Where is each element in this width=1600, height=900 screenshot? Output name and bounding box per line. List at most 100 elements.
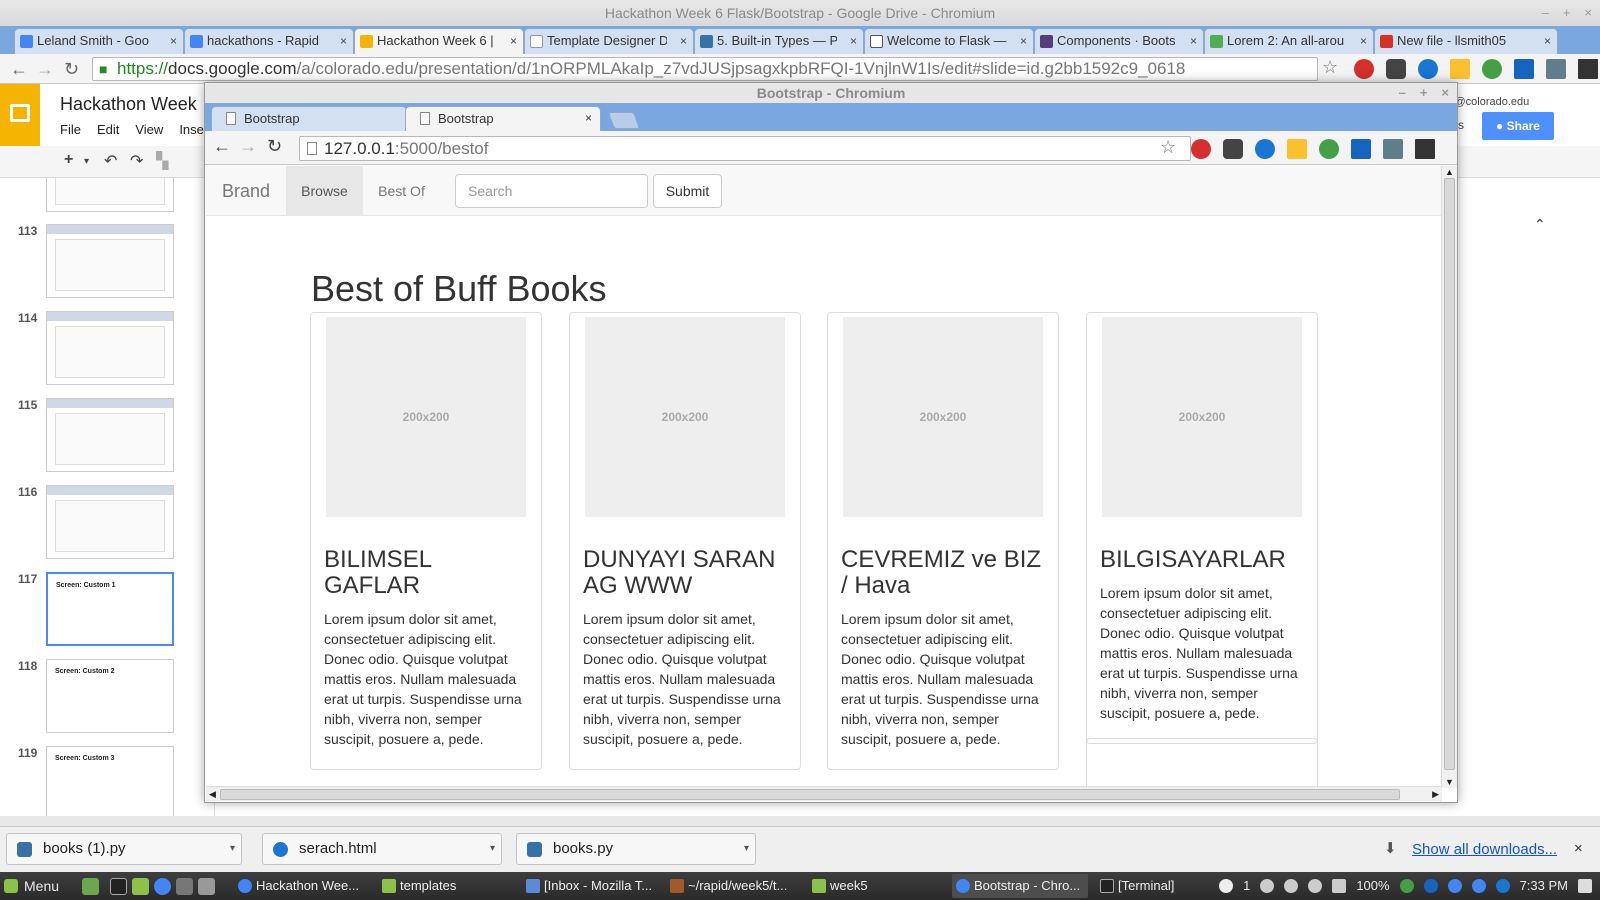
nav-bestof-link[interactable]: Best Of (363, 166, 440, 216)
search-input[interactable] (455, 174, 648, 208)
app-launcher-icon[interactable] (176, 878, 193, 895)
slide-thumbnail[interactable]: Screen: Custom 2 (46, 659, 174, 733)
menu-edit[interactable]: Edit (97, 122, 119, 137)
chevron-down-icon[interactable]: ▾ (84, 156, 89, 167)
tab-hackathon-week-6[interactable]: Hackathon Week 6 | × (354, 28, 524, 54)
workspace-icon[interactable] (1578, 879, 1592, 893)
forward-arrow-icon[interactable]: → (239, 136, 257, 157)
slide-thumbnail[interactable] (46, 178, 174, 212)
inner-address-bar[interactable]: 127.0.0.1:5000/bestof (299, 136, 1191, 161)
chevron-down-icon[interactable]: ▾ (744, 834, 749, 864)
adblock-icon[interactable] (1191, 139, 1211, 159)
accessibility-icon[interactable] (1351, 139, 1371, 159)
collapse-chevron-icon[interactable]: ⌃ (1534, 216, 1546, 233)
back-arrow-icon[interactable]: ← (10, 59, 28, 80)
redo-icon[interactable]: ↷ (130, 151, 143, 171)
chevron-down-icon[interactable]: ▾ (490, 834, 495, 864)
tab-bootstrap-1[interactable]: Bootstrap (211, 106, 407, 131)
evernote-tray-icon[interactable] (1399, 879, 1414, 893)
sticky-note-icon[interactable] (1450, 59, 1470, 79)
tab-close-icon[interactable]: × (340, 29, 347, 53)
horizontal-scrollbar[interactable]: ◀ ▶ (206, 786, 1442, 802)
sticky-note-icon[interactable] (1287, 139, 1307, 159)
show-all-downloads-link[interactable]: Show all downloads... (1412, 841, 1557, 858)
forward-arrow-icon[interactable]: → (36, 59, 54, 80)
tab-welcome-to-flask[interactable]: Welcome to Flask — × (864, 28, 1034, 54)
adblock-icon[interactable] (1354, 59, 1374, 79)
minimize-button[interactable]: – (1542, 0, 1549, 26)
vertical-scrollbar[interactable]: ▲ ▼ (1441, 166, 1457, 788)
new-tab-button[interactable] (607, 112, 641, 129)
evernote-icon[interactable] (1482, 59, 1502, 79)
start-menu-button[interactable]: Menu (4, 872, 59, 900)
pocket-icon[interactable] (1223, 139, 1243, 159)
tab-hackathons[interactable]: hackathons - Rapid × (184, 28, 354, 54)
download-item[interactable]: books.py ▾ (516, 833, 756, 865)
scroll-up-arrow-icon[interactable]: ▲ (1445, 167, 1454, 177)
reload-icon[interactable]: ↻ (267, 136, 282, 157)
slide-thumbnail-selected[interactable]: Screen: Custom 1 (46, 572, 174, 646)
eye-extension-icon[interactable] (1255, 139, 1275, 159)
maximize-button[interactable]: + (1563, 0, 1571, 26)
evernote-icon[interactable] (1319, 139, 1339, 159)
tab-close-icon[interactable]: × (1544, 29, 1551, 53)
tab-close-icon[interactable]: × (1360, 29, 1367, 53)
slide-thumbnail[interactable] (46, 224, 174, 298)
eyedropper-icon[interactable] (1383, 139, 1403, 159)
back-arrow-icon[interactable]: ← (213, 136, 231, 157)
paint-format-icon[interactable]: ▚ (156, 151, 168, 171)
files-icon[interactable] (132, 878, 149, 895)
tab-close-icon[interactable]: × (1190, 29, 1197, 53)
slides-logo-icon[interactable] (0, 84, 40, 146)
slide-thumbnail[interactable] (46, 311, 174, 385)
tab-close-icon[interactable]: × (680, 29, 687, 53)
reload-icon[interactable]: ↻ (64, 59, 79, 80)
chromium-tray-icon[interactable] (1447, 879, 1462, 893)
task-editor[interactable]: ~/rapid/week5/t... (666, 874, 802, 898)
tab-new-file[interactable]: New file - llsmith05 × (1374, 28, 1558, 54)
volume-icon[interactable] (1308, 879, 1323, 893)
eye-extension-icon[interactable] (1418, 59, 1438, 79)
eyedropper-icon[interactable] (1546, 59, 1566, 79)
task-terminal[interactable]: [Terminal] (1096, 874, 1232, 898)
tab-close-icon[interactable]: × (170, 29, 177, 53)
nav-browse-link[interactable]: Browse (286, 166, 363, 216)
network-icon[interactable] (1495, 879, 1510, 893)
battery-icon[interactable] (1332, 879, 1347, 893)
task-week5[interactable]: week5 (808, 874, 944, 898)
close-downloads-icon[interactable]: × (1574, 840, 1583, 857)
horizontal-scroll-thumb[interactable] (220, 789, 1400, 800)
menu-icon[interactable] (1578, 59, 1598, 79)
navbar-brand[interactable]: Brand (222, 166, 270, 216)
tab-close-icon[interactable]: × (1020, 29, 1027, 53)
wifi-icon[interactable] (1284, 879, 1299, 893)
inner-maximize-button[interactable]: + (1420, 83, 1428, 103)
task-templates[interactable]: templates (378, 874, 512, 898)
show-desktop-icon[interactable] (82, 878, 99, 895)
tab-built-in-types[interactable]: 5. Built-in Types — P × (694, 28, 864, 54)
task-inbox-thunderbird[interactable]: [Inbox - Mozilla T... (522, 874, 658, 898)
tab-leland-smith[interactable]: Leland Smith - Goo × (14, 28, 184, 54)
bookmark-star-icon[interactable]: ☆ (1160, 137, 1176, 158)
chevron-down-icon[interactable]: ▾ (230, 834, 235, 864)
close-window-button[interactable]: × (1584, 0, 1592, 26)
submit-button[interactable]: Submit (653, 174, 722, 208)
chromium-tray-icon[interactable] (1471, 879, 1486, 893)
undo-icon[interactable]: ↶ (104, 151, 117, 171)
inner-close-button[interactable]: × (1441, 83, 1449, 103)
chromium-icon[interactable] (154, 878, 171, 895)
new-slide-plus-icon[interactable]: + (64, 151, 73, 169)
menu-insert[interactable]: Inse (179, 122, 204, 137)
menu-icon[interactable] (1415, 139, 1435, 159)
tab-close-icon[interactable]: × (850, 29, 857, 53)
tab-template-designer[interactable]: Template Designer D × (524, 28, 694, 54)
shield-icon[interactable] (1423, 879, 1438, 893)
scroll-down-arrow-icon[interactable]: ▼ (1445, 777, 1454, 787)
tab-lorem-2[interactable]: Lorem 2: An all-arou × (1204, 28, 1374, 54)
share-button[interactable]: ● Share (1482, 112, 1554, 140)
tab-components-bootstrap[interactable]: Components · Boots × (1034, 28, 1204, 54)
slide-thumbnail[interactable] (46, 485, 174, 559)
alert-icon[interactable] (1219, 879, 1234, 893)
inner-minimize-button[interactable]: – (1399, 83, 1406, 103)
accessibility-icon[interactable] (1514, 59, 1534, 79)
